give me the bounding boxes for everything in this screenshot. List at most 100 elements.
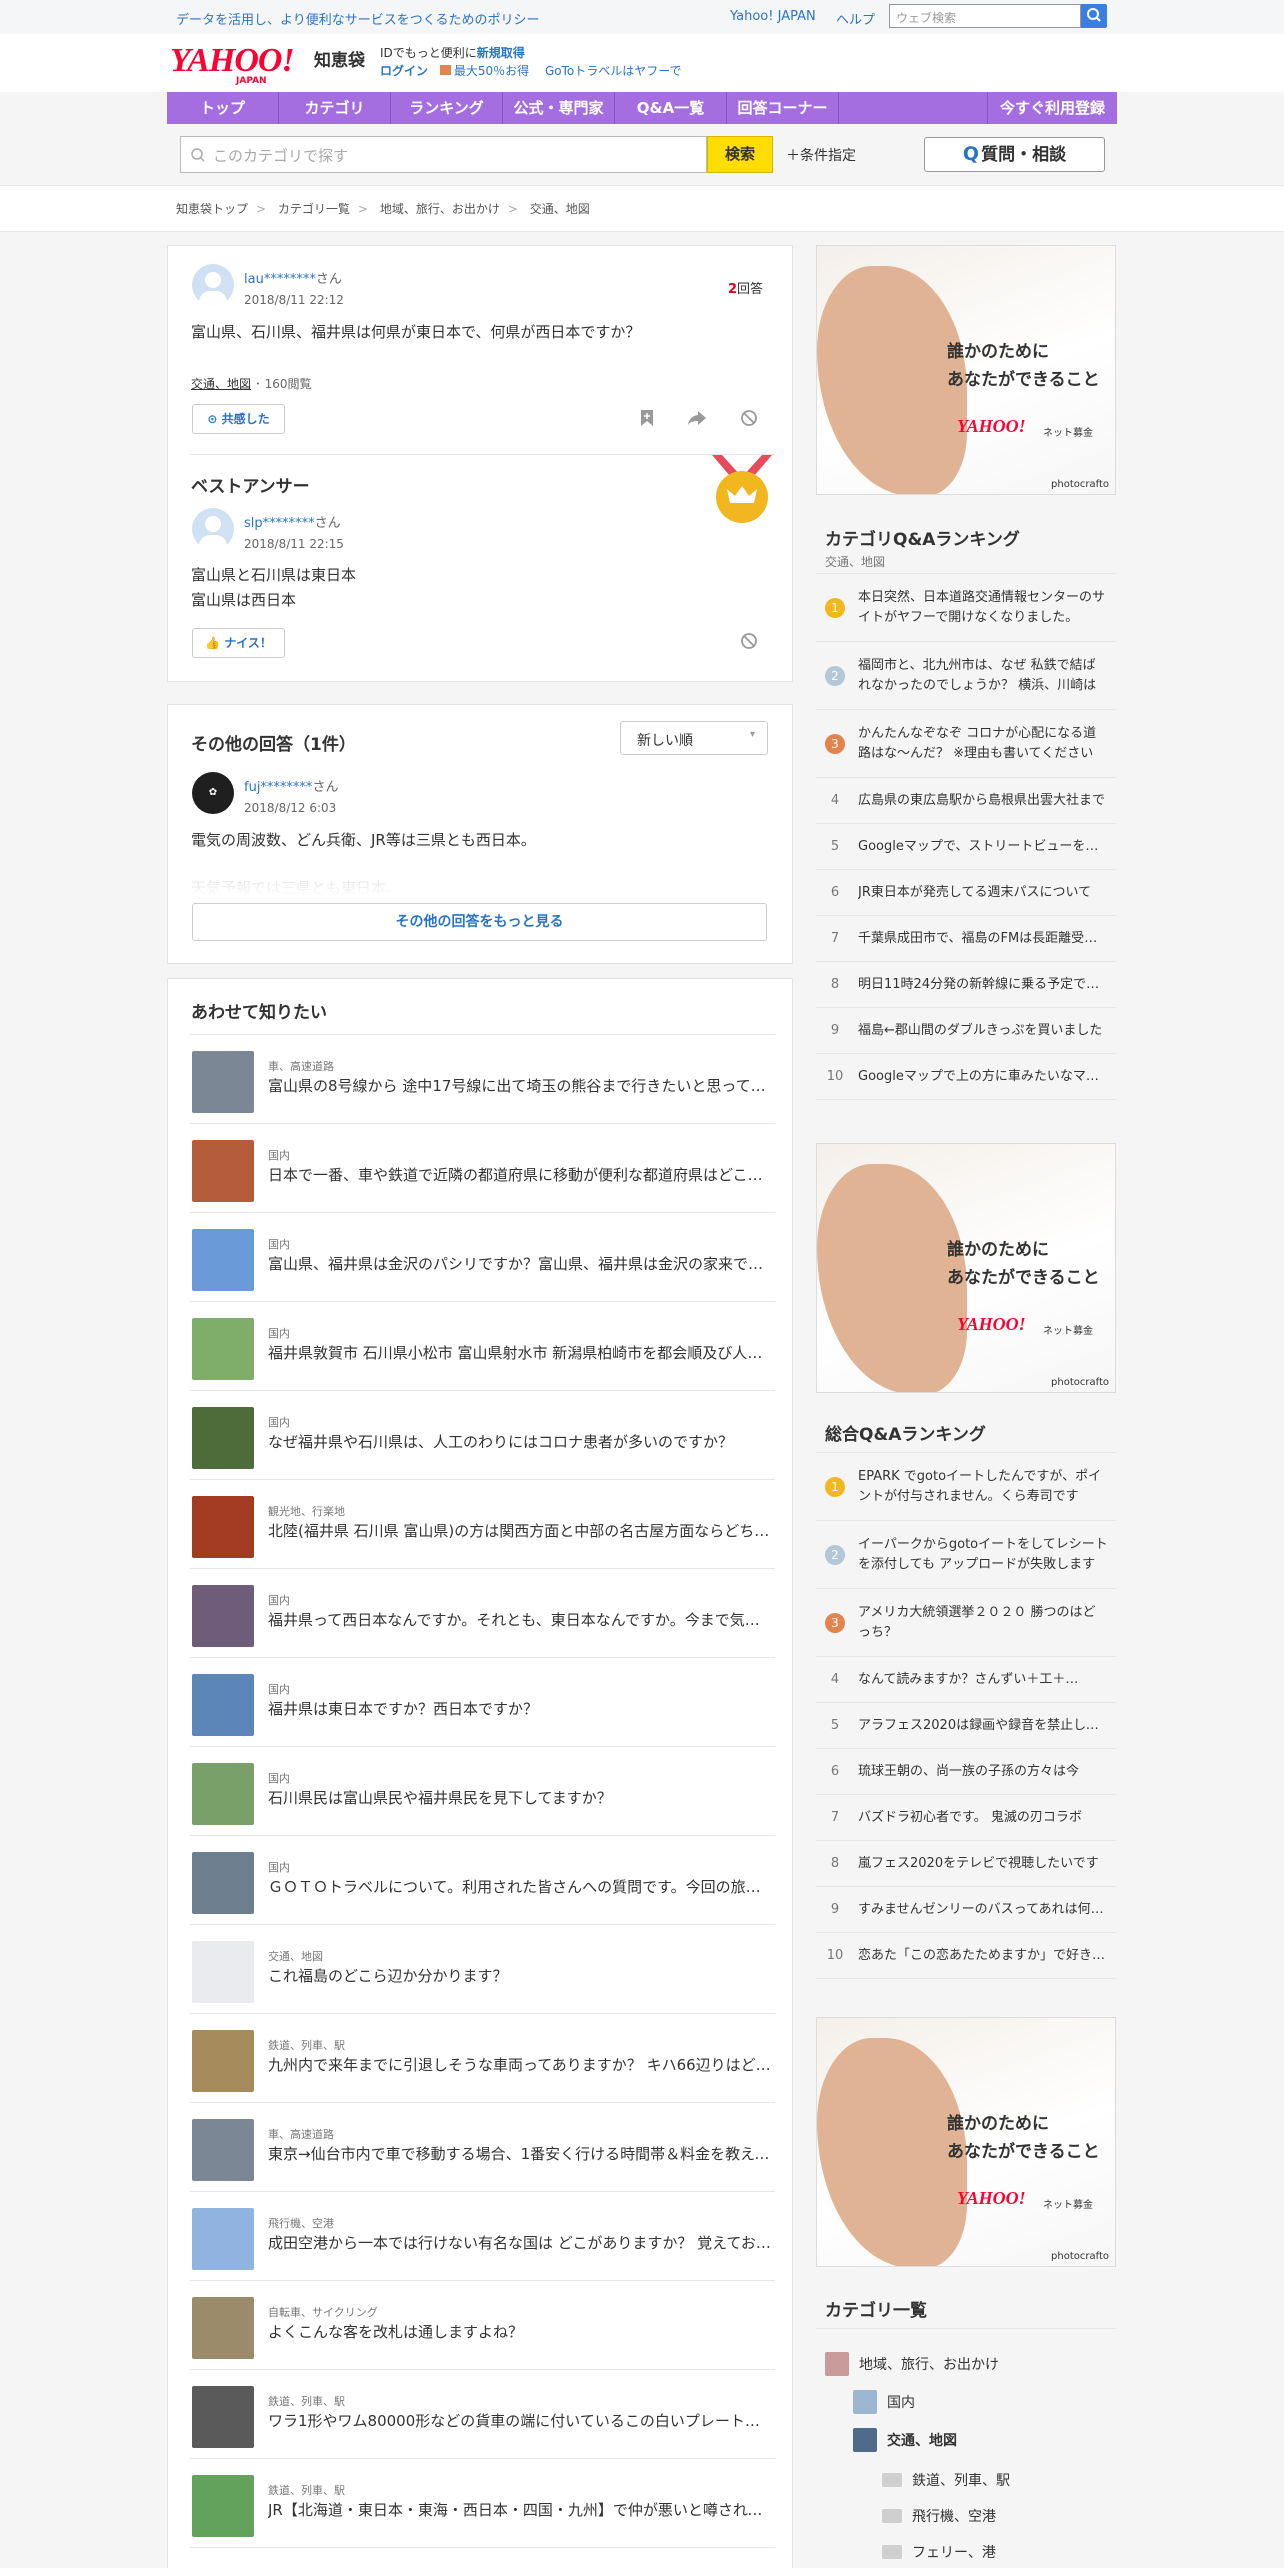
- ranking-item[interactable]: 4 広島県の東広島駅から島根県出雲大社まで: [816, 778, 1116, 824]
- answer-count: 2回答: [728, 282, 764, 297]
- login-link[interactable]: ログイン: [380, 64, 428, 78]
- other-answerer-name[interactable]: fuj********さん: [244, 776, 338, 795]
- divider: [190, 454, 775, 455]
- related-item[interactable]: 鉄道、列車、駅 ワラ1形やワム80000形などの貨車の端に付いているこの白いプレー…: [190, 2370, 775, 2459]
- ranking-item[interactable]: 2 福岡市と、北九州市は、なぜ 私鉄で結ばれなかったのでしょうか？ 横浜、川崎は: [816, 642, 1116, 710]
- ranking-item[interactable]: 7 バズドラ初心者です。 鬼滅の刃コラボ: [816, 1795, 1116, 1841]
- breadcrumb-top[interactable]: 知恵袋トップ: [176, 202, 248, 216]
- related-category: 鉄道、列車、駅: [268, 2039, 345, 2052]
- web-search-button[interactable]: [1081, 4, 1107, 28]
- block-icon[interactable]: [738, 409, 760, 431]
- nav-category[interactable]: カテゴリ: [279, 92, 391, 124]
- rank-number: 10: [826, 1069, 844, 1084]
- help-link[interactable]: ヘルプ: [836, 9, 875, 28]
- overall-ranking-heading: 総合Q&Aランキング: [825, 1425, 986, 1445]
- related-item[interactable]: 交通、地図 これ福島のどこら辺か分かります？: [190, 1925, 775, 2014]
- thumbs-up-icon: 👍: [205, 636, 225, 650]
- nav-top[interactable]: トップ: [167, 92, 279, 124]
- nav-ranking[interactable]: ランキング: [391, 92, 503, 124]
- category-item-transport[interactable]: 交通、地図: [853, 2428, 957, 2452]
- related-item[interactable]: 国内福井県って西日本なんですか。それとも、東日本なんですか。今まで気になってまし…: [190, 1569, 775, 1658]
- breadcrumb-travel[interactable]: 地域、旅行、お出かけ: [380, 202, 500, 216]
- empathy-button[interactable]: ⊙ 共感した: [192, 404, 285, 434]
- related-item[interactable]: 国内 なぜ福井県や石川県は、人工のわりにはコロナ患者が多いのですか？: [190, 1391, 775, 1480]
- related-item[interactable]: 飛行機、空港 成田空港から一本では行けない有名な国は どこがありますか？ 覚えてお…: [190, 2192, 775, 2281]
- category-search-button[interactable]: 検索: [707, 136, 773, 173]
- category-item-domestic[interactable]: 国内: [853, 2390, 915, 2414]
- related-category: 国内: [268, 1149, 290, 1162]
- related-item[interactable]: 車、高速道路 東京→仙台市内で車で移動する場合、1番安く行ける時間帯＆料金を教えて…: [190, 2103, 775, 2192]
- best-answerer-name[interactable]: slp********さん: [244, 512, 341, 531]
- site-name[interactable]: 知恵袋: [314, 46, 365, 71]
- category-item-travel[interactable]: 地域、旅行、お出かけ: [825, 2352, 999, 2376]
- related-title: 富山県の8号線から 途中17号線に出て埼玉の熊谷まで行きたいと思っています。: [268, 1077, 773, 1095]
- related-thumb: [192, 1674, 254, 1736]
- related-item[interactable]: 国内福井県敦賀市 石川県小松市 富山県射水市 新潟県柏崎市を都会順及び人口順に並…: [190, 1302, 775, 1391]
- ranking-item[interactable]: 2 イーパークからgotoイートをしてレシートを添付しても アップロードが失敗しま…: [816, 1521, 1116, 1589]
- category-item-rail[interactable]: 鉄道、列車、駅: [882, 2470, 1010, 2490]
- yahoo-logo[interactable]: YAHOO!: [170, 42, 295, 80]
- web-search-input[interactable]: ウェブ検索: [889, 4, 1081, 28]
- ranking-item[interactable]: 8 明日11時24分発の新幹線に乗る予定です。: [816, 962, 1116, 1008]
- nice-button[interactable]: 👍 ナイス！: [192, 628, 285, 658]
- ranking-item[interactable]: 6 JR東日本が発売してる週末パスについて: [816, 870, 1116, 916]
- related-item[interactable]: 国内 富山県、福井県は金沢のパシリですか？富山県、福井県は金沢の家来ですか？: [190, 1213, 775, 1302]
- ranking-item[interactable]: 3 アメリカ大統領選挙２０２０ 勝つのはどっち？: [816, 1589, 1116, 1657]
- breadcrumb-transport[interactable]: 交通、地図: [530, 202, 590, 216]
- related-item[interactable]: 観光地、行楽地 北陸(福井県 石川県 富山県)の方は関西方面と中部の名古屋方面なら…: [190, 1480, 775, 1569]
- category-search-input[interactable]: このカテゴリで探す: [180, 136, 707, 173]
- category-item-air[interactable]: 飛行機、空港: [882, 2506, 996, 2526]
- question-card: [167, 245, 793, 682]
- nav-answer-corner[interactable]: 回答コーナー: [727, 92, 839, 124]
- ranking-item[interactable]: 10 恋あた「この恋あたためますか」で好きなキャラ: [816, 1933, 1116, 1979]
- sort-select[interactable]: 新しい順 ▾: [620, 721, 768, 755]
- related-item[interactable]: 自転車、サイクリング よくこんな客を改札は通しますよね？: [190, 2281, 775, 2370]
- ad-banner[interactable]: 誰かのために あなたができること YAHOO! ネット募金 photocrafto: [816, 245, 1116, 495]
- nav-qa-list[interactable]: Q&A一覧: [615, 92, 727, 124]
- ranking-text: アラフェス2020は録画や録音を禁止してますか: [858, 1718, 1108, 1733]
- ranking-item[interactable]: 9 すみませんゼンリーのバスってあれは何ですか: [816, 1887, 1116, 1933]
- promo-badge[interactable]: 最大50％お得: [454, 64, 529, 78]
- privacy-policy-link[interactable]: データを活用し、より便利なサービスをつくるためのポリシー: [176, 9, 539, 28]
- other-answers-heading: その他の回答（1件）: [191, 735, 356, 755]
- nav-register-cta[interactable]: 今すぐ利用登録: [987, 92, 1117, 124]
- share-icon[interactable]: [686, 409, 708, 431]
- bookmark-icon[interactable]: [636, 409, 658, 431]
- ranking-item[interactable]: 1 EPARK でgotoイートしたんですが、ポイントが付与されません。くら寿司で…: [816, 1453, 1116, 1521]
- related-item[interactable]: 国内 福井県は東日本ですか？西日本ですか？: [190, 1658, 775, 1747]
- rank-number: 6: [830, 885, 840, 900]
- nav-official[interactable]: 公式・専門家: [503, 92, 615, 124]
- asker-name[interactable]: lau********さん: [244, 268, 342, 287]
- ranking-text: 福岡市と、北九州市は、なぜ 私鉄で結ばれなかったのでしょうか？ 横浜、川崎は: [858, 658, 1097, 693]
- related-item[interactable]: 鉄道、列車、駅 九州内で来年までに引退しそうな車両ってありますか？ キハ66辺りは…: [190, 2014, 775, 2103]
- ranking-item[interactable]: 3 かんたんなぞなぞ コロナが心配になる道路はな～んだ？ ※理由も書いてください: [816, 710, 1116, 778]
- yahoo-japan-link[interactable]: Yahoo! JAPAN: [730, 9, 816, 24]
- ranking-item[interactable]: 1 本日突然、日本道路交通情報センターのサイトがヤフーで開けなくなりました。: [816, 574, 1116, 642]
- related-item[interactable]: 国内日本で一番、車や鉄道で近隣の都道府県に移動が便利な都道府県はどこだと思います…: [190, 1124, 775, 1213]
- ad-banner[interactable]: 誰かのために あなたができること YAHOO! ネット募金 photocrafto: [816, 1143, 1116, 1393]
- signup-link[interactable]: 新規取得: [477, 46, 525, 60]
- related-item[interactable]: 国内 ＧＯＴＯトラベルについて。利用された皆さんへの質問です。今回の旅行はお得でし…: [190, 1836, 775, 1925]
- related-item[interactable]: 車、高速道路 富山県の8号線から 途中17号線に出て埼玉の熊谷まで行きたいと思って…: [190, 1035, 775, 1124]
- breadcrumb-categories[interactable]: カテゴリ一覧: [278, 202, 350, 216]
- ranking-item[interactable]: 10 Googleマップで上の方に車みたいなマークが: [816, 1054, 1116, 1100]
- ranking-text: 琉球王朝の、尚一族の子孫の方々は今: [858, 1764, 1080, 1779]
- ranking-item[interactable]: 4 なんて読みますか？さんずい＋工＋…: [816, 1657, 1116, 1703]
- category-item-ferry[interactable]: フェリー、港: [882, 2542, 996, 2562]
- search-conditions-link[interactable]: ＋条件指定: [786, 145, 856, 165]
- ranking-item[interactable]: 5 Googleマップで、ストリートビューを見る方法: [816, 824, 1116, 870]
- show-more-answers-button[interactable]: その他の回答をもっと見る: [192, 903, 767, 941]
- related-item[interactable]: 鉄道、列車、駅 JR【北海道・東日本・東海・西日本・四国・九州】で仲が悪いと噂され…: [190, 2459, 775, 2548]
- ad-banner[interactable]: 誰かのために あなたができること YAHOO! ネット募金 photocrafto: [816, 2017, 1116, 2267]
- related-item[interactable]: 国内 石川県民は富山県民や福井県民を見下してますか？: [190, 1747, 775, 1836]
- other-answerer-avatar: ✿: [192, 772, 234, 814]
- ranking-item[interactable]: 8 嵐フェス2020をテレビで視聴したいです: [816, 1841, 1116, 1887]
- ranking-item[interactable]: 5 アラフェス2020は録画や録音を禁止してますか: [816, 1703, 1116, 1749]
- ask-question-button[interactable]: Q 質問・相談: [924, 137, 1105, 172]
- ranking-item[interactable]: 9 福島←郡山間のダブルきっぷを買いました: [816, 1008, 1116, 1054]
- question-category-link[interactable]: 交通、地図: [191, 377, 251, 391]
- ranking-item[interactable]: 7 千葉県成田市で、福島のFMは長距離受信できますか: [816, 916, 1116, 962]
- goto-travel-link[interactable]: GoToトラベルはヤフーで: [545, 64, 682, 78]
- block-icon[interactable]: [738, 632, 760, 654]
- ranking-item[interactable]: 6 琉球王朝の、尚一族の子孫の方々は今: [816, 1749, 1116, 1795]
